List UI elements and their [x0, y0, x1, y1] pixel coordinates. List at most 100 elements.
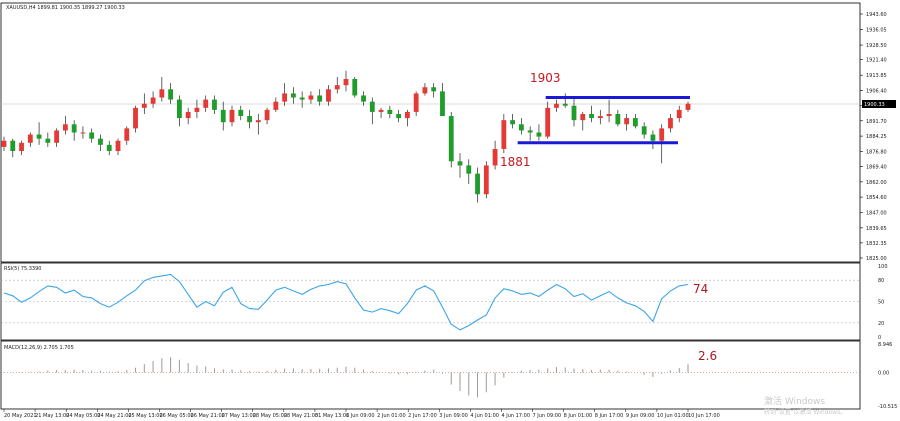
time-tick-label: 26 May 21:00	[191, 413, 225, 419]
candle-body	[133, 107, 138, 129]
candle-body	[168, 89, 174, 100]
candle-body	[545, 107, 551, 137]
candle-body	[71, 124, 77, 133]
annotation-price-low: 1881	[500, 155, 531, 169]
candle-body	[27, 134, 33, 143]
time-tick-label: 28 May 05:00	[253, 413, 287, 419]
time-tick-label: 24 May 05:00	[66, 413, 100, 419]
rsi-tick-label: 20	[878, 321, 884, 327]
macd-header: MACD(12,26,9) 2.705 1.705	[4, 345, 74, 351]
symbol-header: XAUUSD,H4 1899.81 1900.35 1899.27 1900.3…	[6, 5, 125, 11]
price-tick-label: 1943.60	[866, 12, 887, 18]
candle-body	[510, 120, 516, 125]
candle-body	[106, 144, 112, 152]
candle-body	[361, 95, 366, 102]
time-tick-label: 28 May 21:00	[284, 413, 318, 419]
macd-tick-label: 8.946	[878, 342, 892, 348]
candle-body	[431, 87, 437, 92]
time-tick-label: 4 Jun 01:00	[470, 413, 499, 419]
time-tick-label: 8 Jun 01:00	[564, 413, 593, 419]
candle-body	[422, 87, 428, 94]
candle-body	[54, 130, 60, 143]
time-axis: 20 May 202121 May 13:0024 May 05:0024 Ma…	[3, 409, 720, 419]
annotation-macd-value: 2.6	[698, 349, 717, 363]
price-tick-label: 1839.65	[866, 226, 887, 232]
price-tick-label: 1869.40	[866, 165, 887, 171]
time-tick-label: 25 May 13:00	[128, 413, 162, 419]
candle-body	[150, 97, 156, 104]
time-tick-label: 26 May 05:00	[159, 413, 193, 419]
time-tick-label: 1 Jun 09:00	[346, 413, 375, 419]
candle-body	[115, 140, 121, 152]
watermark-line1: 激活 Windows	[764, 395, 825, 407]
macd-histogram	[3, 357, 689, 398]
time-tick-label: 4 Jun 17:00	[501, 413, 530, 419]
time-tick-label: 10 Jun 17:00	[688, 413, 720, 419]
rsi-line	[3, 273, 689, 331]
candle-body	[518, 124, 524, 131]
candle-body	[282, 93, 288, 102]
candle-body	[501, 120, 507, 149]
candle-body	[606, 113, 612, 117]
candle-body	[176, 99, 182, 119]
candle-body	[343, 79, 349, 86]
candle-body	[326, 89, 331, 102]
time-tick-label: 20 May 2021	[4, 413, 37, 419]
candle-body	[597, 116, 603, 119]
candle-body	[247, 116, 252, 123]
candle-body	[571, 105, 577, 121]
candle-body	[387, 109, 393, 114]
price-tick-label: 1862.00	[866, 180, 887, 186]
candle-body	[492, 148, 498, 166]
candle-body	[264, 109, 270, 121]
candle-body	[483, 165, 489, 195]
candle-body	[220, 109, 226, 123]
time-tick-label: 2 Jun 01:00	[377, 413, 406, 419]
candle-body	[194, 107, 200, 112]
candle-body	[299, 97, 305, 100]
candle-body	[45, 138, 51, 143]
annotation-rsi-value: 74	[693, 282, 708, 296]
price-tick-label: 1891.70	[866, 119, 887, 125]
candle-body	[457, 161, 463, 166]
price-tick-label: 1884.25	[866, 134, 887, 140]
price-tick-label: 1921.40	[866, 58, 887, 64]
macd-tick-label: 0.00	[878, 371, 889, 377]
candle-body	[229, 109, 235, 123]
candle-body	[80, 132, 86, 134]
time-tick-label: 2 Jun 17:00	[408, 413, 437, 419]
candle-body	[255, 120, 261, 123]
candle-body	[89, 132, 95, 139]
macd-pane	[0, 340, 861, 410]
candle-body	[369, 101, 375, 112]
time-tick-label: 3 Jun 09:00	[439, 413, 468, 419]
time-tick-label: 31 May 13:00	[315, 413, 349, 419]
candle-body	[624, 118, 630, 125]
price-tick-label: 1913.85	[866, 73, 887, 79]
candle-body	[19, 142, 24, 152]
time-tick-label: 27 May 13:00	[222, 413, 256, 419]
price-pane	[0, 2, 861, 263]
macd-axis: 8.946 0.00 -10.515	[1, 342, 897, 410]
candle-body	[238, 109, 244, 117]
price-tick-label: 1928.50	[866, 43, 887, 49]
candle-body	[589, 113, 594, 119]
candle-body	[273, 101, 279, 110]
candle-body	[159, 89, 165, 98]
candle-body	[212, 99, 217, 110]
candle-body	[615, 113, 621, 125]
candle-body	[404, 111, 410, 119]
candle-body	[36, 134, 42, 139]
candle-body	[475, 173, 480, 195]
candle-body	[203, 99, 209, 108]
rsi-tick-label: 80	[878, 278, 884, 284]
candle-body	[632, 118, 638, 127]
candle-body	[562, 103, 568, 106]
candle-body	[685, 103, 691, 110]
candle-body	[650, 134, 656, 141]
rsi-header: RSI(5) 75.3390	[4, 266, 41, 272]
candle-body	[440, 91, 445, 117]
candle-body	[536, 132, 542, 137]
rsi-tick-label: 0	[878, 335, 881, 341]
candlestick-series	[1, 70, 691, 203]
